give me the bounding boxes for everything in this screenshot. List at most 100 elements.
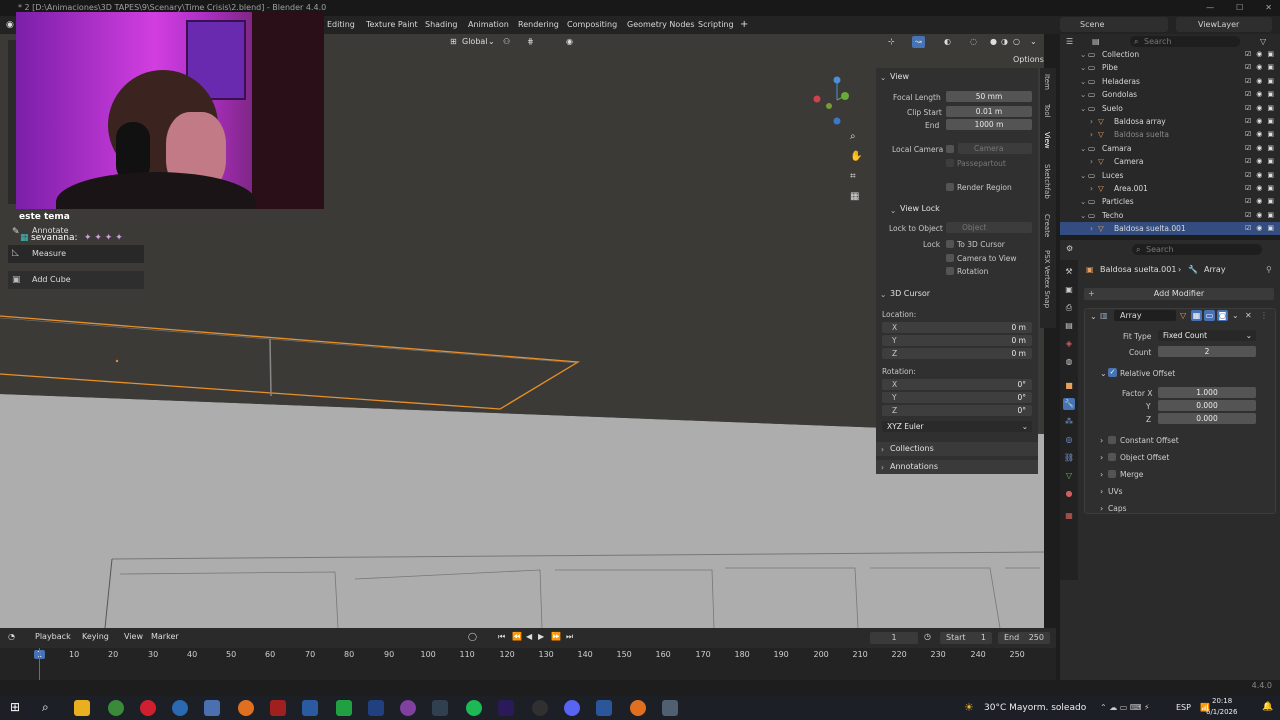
snap-icon[interactable]: ⋕ bbox=[527, 36, 534, 48]
outliner-row[interactable]: › ▽ Baldosa suelta.001 ☑ ◉ ▣ bbox=[1060, 222, 1280, 236]
material-tab-icon[interactable]: ● bbox=[1063, 488, 1075, 500]
camera-icon[interactable]: ▣ bbox=[1267, 209, 1274, 222]
vscode-icon[interactable] bbox=[368, 700, 384, 716]
app3-icon[interactable] bbox=[432, 700, 448, 716]
tab-view[interactable]: View bbox=[1043, 132, 1051, 149]
visibility-toggles[interactable]: ☑ ◉ ▣ bbox=[1245, 115, 1274, 128]
checkbox-icon[interactable]: ☑ bbox=[1245, 182, 1251, 195]
eye-icon[interactable]: ◉ bbox=[1256, 155, 1262, 168]
checkbox-icon[interactable]: ☑ bbox=[1245, 209, 1251, 222]
app2-icon[interactable] bbox=[400, 700, 416, 716]
render-region-checkbox[interactable] bbox=[946, 183, 954, 191]
funnel-icon[interactable]: ▽ bbox=[1260, 37, 1266, 46]
record-icon[interactable]: ◯ bbox=[468, 632, 477, 641]
chevron-right-icon[interactable]: › bbox=[1090, 182, 1093, 195]
tab-psx-vertex-snap[interactable]: PSX Vertex Snap bbox=[1043, 250, 1051, 308]
video-app-icon[interactable] bbox=[270, 700, 286, 716]
pycharm-icon[interactable] bbox=[336, 700, 352, 716]
checkbox-icon[interactable]: ☑ bbox=[1245, 195, 1251, 208]
tray-icons[interactable]: ⌃ ☁ ▭ ⌨ ⚡ bbox=[1100, 703, 1150, 712]
opera-icon[interactable] bbox=[140, 700, 156, 716]
outliner-row[interactable]: › ▽ Area.001 ☑ ◉ ▣ bbox=[1060, 182, 1280, 195]
lock-to-object-field[interactable]: Object bbox=[946, 222, 1032, 233]
visibility-toggles[interactable]: ☑ ◉ ▣ bbox=[1245, 155, 1274, 168]
chevron-right-icon[interactable]: › bbox=[1090, 115, 1093, 128]
chevron-down-icon[interactable]: ⌄ bbox=[1090, 312, 1097, 321]
tab-rendering[interactable]: Rendering bbox=[518, 16, 559, 34]
constraints-tab-icon[interactable]: ⛓ bbox=[1063, 452, 1075, 464]
visibility-toggles[interactable]: ☑ ◉ ▣ bbox=[1245, 75, 1274, 88]
cage-toggle-icon[interactable]: ▦ bbox=[1191, 310, 1202, 321]
visibility-toggles[interactable]: ☑ ◉ ▣ bbox=[1245, 61, 1274, 74]
camera-icon[interactable]: ▣ bbox=[1267, 155, 1274, 168]
outliner-row[interactable]: ⌄ ▭ Particles ☑ ◉ ▣ bbox=[1060, 195, 1280, 208]
checkbox-icon[interactable]: ☑ bbox=[1245, 88, 1251, 101]
camera-icon[interactable]: ▣ bbox=[1267, 88, 1274, 101]
chevron-down-icon[interactable]: ⌄ bbox=[1080, 102, 1086, 115]
visibility-toggles[interactable]: ☑ ◉ ▣ bbox=[1245, 142, 1274, 155]
view-panel-header[interactable]: View bbox=[876, 70, 1038, 84]
chevron-right-icon[interactable]: › bbox=[1100, 453, 1103, 462]
tab-editing[interactable]: Editing bbox=[327, 16, 355, 34]
rendered-shading-icon[interactable]: ○ bbox=[1013, 36, 1020, 48]
app4-icon[interactable] bbox=[662, 700, 678, 716]
jump-end-icon[interactable]: ⏭ bbox=[566, 632, 573, 642]
gizmo-icon[interactable]: ⊹ bbox=[888, 36, 895, 48]
chevron-down-icon[interactable]: ⌄ bbox=[1100, 369, 1107, 378]
local-camera-checkbox[interactable] bbox=[946, 145, 954, 153]
checkbox-icon[interactable]: ☑ bbox=[1245, 169, 1251, 182]
visibility-toggles[interactable]: ☑ ◉ ▣ bbox=[1245, 182, 1274, 195]
outliner-row[interactable]: › ▽ Camera ☑ ◉ ▣ bbox=[1060, 155, 1280, 168]
world-tab-icon[interactable]: ◍ bbox=[1063, 356, 1075, 368]
view-menu[interactable]: View bbox=[124, 632, 143, 641]
clip-start-field[interactable]: 0.01 m bbox=[946, 106, 1032, 117]
output-tab-icon[interactable]: ⎙ bbox=[1063, 302, 1075, 314]
eye-icon[interactable]: ◉ bbox=[1256, 169, 1262, 182]
camera-icon[interactable]: ▣ bbox=[1267, 102, 1274, 115]
view-layer-selector[interactable]: ViewLayer bbox=[1176, 17, 1272, 32]
camera-icon[interactable]: ▣ bbox=[1267, 75, 1274, 88]
eye-icon[interactable]: ◉ bbox=[1256, 182, 1262, 195]
render-toggle-icon[interactable]: ◙ bbox=[1217, 310, 1228, 321]
word-icon[interactable] bbox=[596, 700, 612, 716]
next-keyframe-icon[interactable]: ⏩ bbox=[551, 632, 561, 641]
shading-options-icon[interactable]: ⌄ bbox=[1030, 36, 1037, 48]
overlay-toggle-icon[interactable]: ↝ bbox=[912, 36, 925, 48]
eye-icon[interactable]: ◉ bbox=[1256, 75, 1262, 88]
view-layer-tab-icon[interactable]: ▤ bbox=[1063, 320, 1075, 332]
particles-tab-icon[interactable]: ⁂ bbox=[1063, 416, 1075, 428]
eye-icon[interactable]: ◉ bbox=[1256, 61, 1262, 74]
start-frame-field[interactable]: Start 1 bbox=[940, 632, 992, 644]
wireframe-shading-icon[interactable]: ◌ bbox=[970, 36, 977, 48]
tab-item[interactable]: Item bbox=[1043, 74, 1051, 90]
material-shading-icon[interactable]: ◑ bbox=[1001, 36, 1008, 48]
checkbox-icon[interactable]: ☑ bbox=[1245, 115, 1251, 128]
tab-scripting[interactable]: Scripting bbox=[698, 16, 734, 34]
tab-compositing[interactable]: Compositing bbox=[567, 16, 617, 34]
annotations-header[interactable]: Annotations bbox=[876, 460, 1038, 474]
chevron-right-icon[interactable]: › bbox=[1090, 128, 1093, 141]
checkbox-icon[interactable]: ☑ bbox=[1245, 128, 1251, 141]
clip-end-field[interactable]: 1000 m bbox=[946, 119, 1032, 130]
outliner-row[interactable]: ⌄ ▭ Luces ☑ ◉ ▣ bbox=[1060, 169, 1280, 182]
tool-add-cube[interactable]: Add Cube bbox=[8, 271, 144, 289]
add-workspace-button[interactable]: + bbox=[740, 16, 748, 34]
ortho-toggle-icon[interactable]: ▦ bbox=[850, 191, 859, 202]
drag-handle-icon[interactable]: ⋮ bbox=[1260, 311, 1268, 320]
chevron-down-icon[interactable]: ⌄ bbox=[488, 36, 495, 48]
outliner-row[interactable]: ⌄ ▭ Pibe ☑ ◉ ▣ bbox=[1060, 61, 1280, 74]
playhead[interactable] bbox=[39, 648, 40, 680]
camera-icon[interactable]: ▣ bbox=[1267, 222, 1274, 235]
eye-icon[interactable]: ◉ bbox=[1256, 128, 1262, 141]
cursor-loc-y-field[interactable]: 0 m bbox=[882, 335, 1032, 346]
outliner-row[interactable]: ⌄ ▭ Collection ☑ ◉ ▣ bbox=[1060, 48, 1280, 61]
tool-tab-icon[interactable]: ⚒ bbox=[1063, 266, 1075, 278]
checkbox-icon[interactable]: ☑ bbox=[1245, 155, 1251, 168]
edit-mode-toggle-icon[interactable]: ▽ bbox=[1180, 311, 1186, 320]
checkbox-icon[interactable]: ☑ bbox=[1245, 222, 1251, 235]
orientation-icon[interactable]: ⊞ bbox=[450, 36, 457, 48]
chevron-right-icon[interactable]: › bbox=[1100, 470, 1103, 479]
viewport-toggle-icon[interactable]: ▭ bbox=[1204, 310, 1215, 321]
spotify-icon[interactable] bbox=[466, 700, 482, 716]
visibility-toggles[interactable]: ☑ ◉ ▣ bbox=[1245, 195, 1274, 208]
